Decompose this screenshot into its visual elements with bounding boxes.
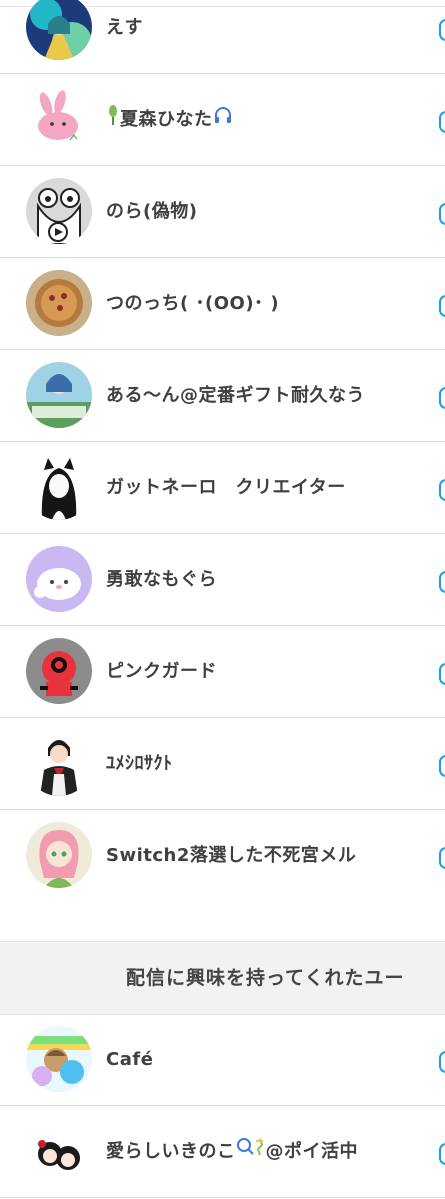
action-button-edge[interactable]: [439, 387, 445, 409]
user-name-text: 愛らしいきのこ: [106, 1141, 236, 1162]
list-item[interactable]: ある〜ん@定番ギフト耐久なう: [0, 350, 445, 442]
action-button-edge[interactable]: [439, 847, 445, 869]
avatar[interactable]: [26, 822, 92, 888]
user-name: 夏森ひなた: [106, 74, 233, 166]
avatar[interactable]: [26, 1118, 92, 1184]
list-item[interactable]: 愛らしいきのこ @ポイ活中: [0, 1106, 445, 1198]
list-item[interactable]: ガットネーロ クリエイター: [0, 442, 445, 534]
list-item[interactable]: 勇敢なもぐら: [0, 534, 445, 626]
action-button-edge[interactable]: [439, 203, 445, 225]
action-button-edge[interactable]: [439, 19, 445, 41]
user-name-suffix: @ポイ活中: [265, 1141, 358, 1162]
user-name: つのっち( ･(OO)･ ): [106, 293, 280, 314]
user-name: ピンクガード: [106, 661, 217, 682]
avatar[interactable]: [26, 546, 92, 612]
action-button-edge[interactable]: [439, 479, 445, 501]
headphones-icon: [213, 74, 233, 166]
user-name: ﾕﾒｼﾛｻｸﾄ: [106, 753, 173, 774]
avatar[interactable]: [26, 270, 92, 336]
action-button-edge[interactable]: [439, 111, 445, 133]
avatar[interactable]: [26, 1026, 92, 1092]
list-item[interactable]: ピンクガード: [0, 626, 445, 718]
list-item[interactable]: のら(偽物): [0, 166, 445, 258]
list-item[interactable]: 夏森ひなた: [0, 74, 445, 166]
user-name: 愛らしいきのこ @ポイ活中: [106, 1106, 358, 1198]
avatar[interactable]: [26, 730, 92, 796]
user-name: のら(偽物): [106, 201, 198, 222]
user-name: 勇敢なもぐら: [106, 569, 217, 590]
avatar[interactable]: [26, 86, 92, 152]
magnifier-sparkle-icon: [236, 1106, 266, 1198]
avatar[interactable]: [26, 638, 92, 704]
list-item[interactable]: Café: [0, 1014, 445, 1106]
user-name: ある〜ん@定番ギフト耐久なう: [106, 385, 365, 406]
user-name: Switch2落選した不死宮メル: [106, 845, 357, 866]
avatar[interactable]: [26, 454, 92, 520]
user-name: ガットネーロ クリエイター: [106, 477, 346, 498]
action-button-edge[interactable]: [439, 755, 445, 777]
avatar[interactable]: [26, 362, 92, 428]
action-button-edge[interactable]: [439, 295, 445, 317]
action-button-edge[interactable]: [439, 1051, 445, 1073]
user-name: Café: [106, 1049, 154, 1070]
avatar[interactable]: [26, 0, 92, 60]
plant-icon: [106, 74, 120, 166]
action-button-edge[interactable]: [439, 663, 445, 685]
list-item[interactable]: Switch2落選した不死宮メル: [0, 810, 445, 902]
user-name-text: 夏森ひなた: [120, 109, 213, 130]
action-button-edge[interactable]: [439, 571, 445, 593]
row-divider: [0, 1197, 445, 1198]
list-item[interactable]: えす: [0, 0, 445, 74]
list-item[interactable]: つのっち( ･(OO)･ ): [0, 258, 445, 350]
action-button-edge[interactable]: [439, 1143, 445, 1165]
user-name: えす: [106, 17, 143, 38]
avatar[interactable]: [26, 178, 92, 244]
section-header: 配信に興味を持ってくれたユー: [0, 941, 445, 1015]
section-title: 配信に興味を持ってくれたユー: [126, 967, 405, 989]
list-item[interactable]: ﾕﾒｼﾛｻｸﾄ: [0, 718, 445, 810]
